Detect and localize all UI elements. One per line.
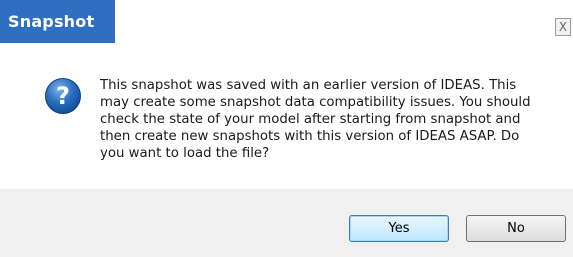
title-bar-fill [115, 0, 573, 43]
yes-button[interactable]: Yes [349, 215, 449, 242]
close-icon: X [558, 20, 568, 34]
no-button[interactable]: No [466, 215, 566, 242]
snapshot-dialog: Snapshot X ? This snapshot was saved wit… [0, 0, 573, 257]
svg-text:?: ? [56, 82, 70, 110]
window-title: Snapshot [8, 12, 95, 31]
dialog-content: ? This snapshot was saved with an earlie… [0, 43, 573, 189]
question-icon: ? [45, 78, 81, 114]
title-bar: Snapshot X [0, 0, 573, 43]
message-text: This snapshot was saved with an earlier … [100, 78, 531, 161]
button-bar: Yes No [0, 189, 573, 257]
close-button[interactable]: X [555, 18, 571, 36]
